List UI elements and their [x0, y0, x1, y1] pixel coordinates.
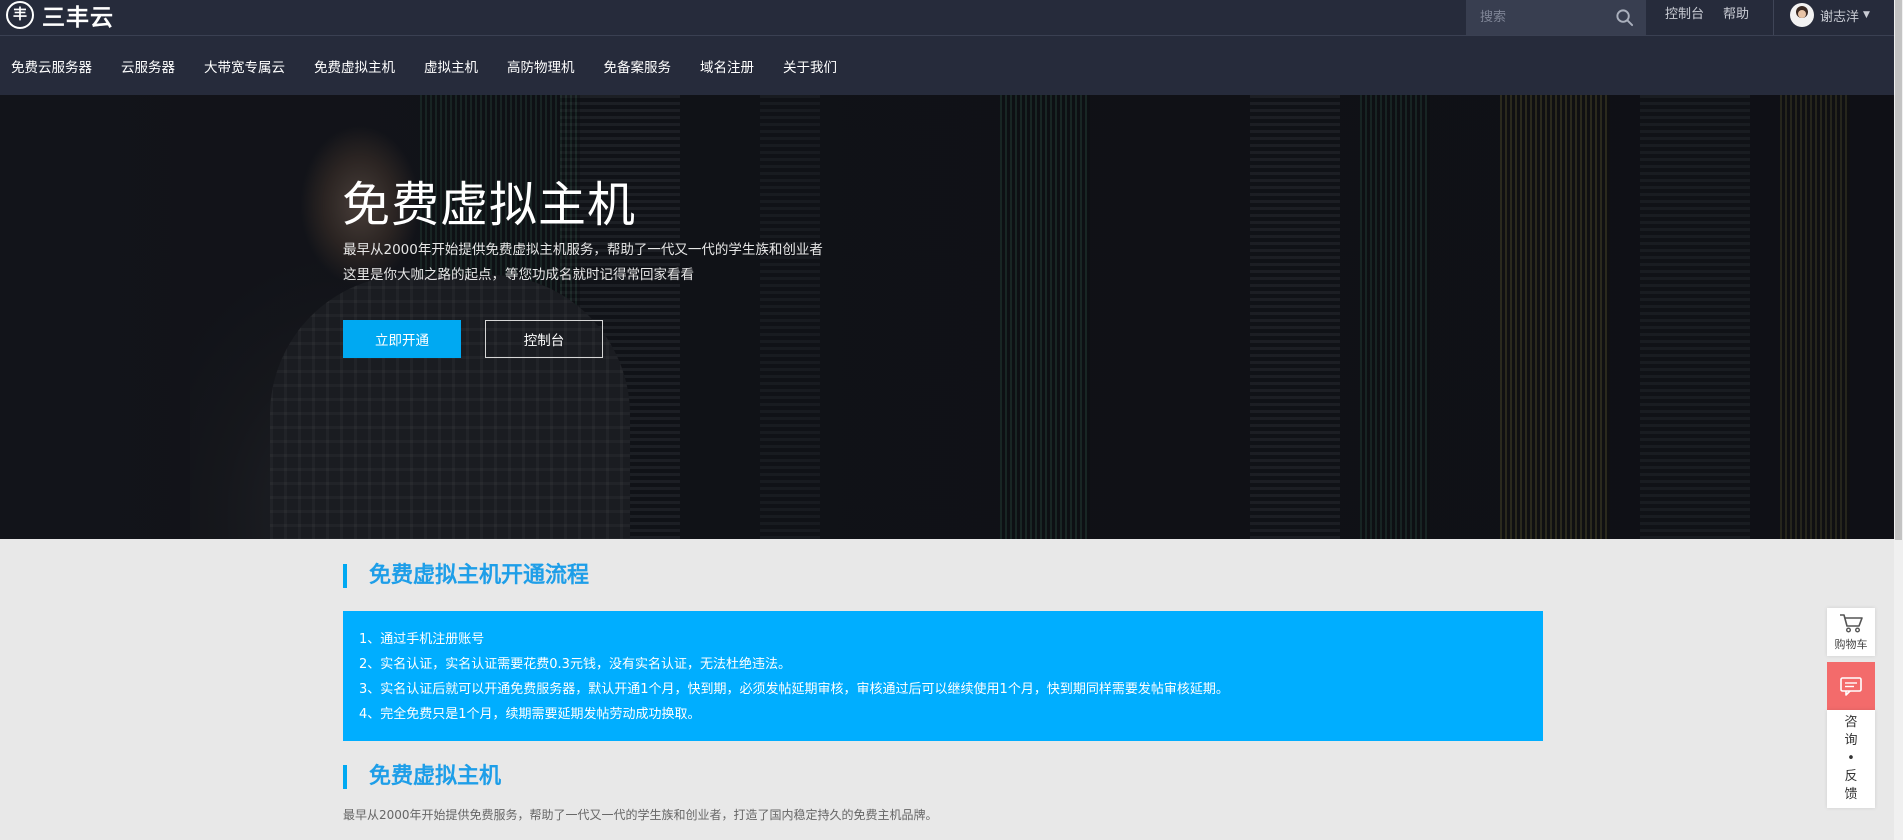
hero-banner: 免费虚拟主机 最早从2000年开始提供免费虚拟主机服务，帮助了一代又一代的学生族… — [0, 95, 1894, 539]
nav-item-free-virtual-host[interactable]: 免费虚拟主机 — [314, 56, 395, 76]
feedback-float-label[interactable]: 咨 询 • 反 馈 — [1827, 710, 1875, 808]
search-input[interactable] — [1466, 0, 1606, 35]
intro-section-title: 免费虚拟主机 — [343, 765, 501, 789]
search-box — [1466, 0, 1646, 35]
hero-desc-line1: 最早从2000年开始提供免费虚拟主机服务，帮助了一代又一代的学生族和创业者 — [343, 242, 823, 258]
console-link[interactable]: 控制台 — [1665, 0, 1704, 30]
user-name: 谢志洋 — [1820, 9, 1860, 25]
nav-item-bandwidth-cloud[interactable]: 大带宽专属云 — [204, 56, 285, 76]
scrollbar-thumb[interactable] — [1895, 0, 1902, 540]
nav-item-ddos-physical[interactable]: 高防物理机 — [507, 56, 575, 76]
process-step: 4、完全免费只是1个月，续期需要延期发帖劳动成功换取。 — [359, 707, 701, 722]
nav-item-domain[interactable]: 域名注册 — [700, 56, 754, 76]
main-nav: 免费云服务器 云服务器 大带宽专属云 免费虚拟主机 虚拟主机 高防物理机 免备案… — [0, 36, 1894, 95]
chevron-down-icon: ▼ — [1863, 10, 1870, 20]
avatar — [1790, 3, 1814, 27]
nav-item-about[interactable]: 关于我们 — [783, 56, 837, 76]
process-step: 1、通过手机注册账号 — [359, 632, 485, 647]
process-steps-box: 1、通过手机注册账号 2、实名认证，实名认证需要花费0.3元钱，没有实名认证，无… — [343, 611, 1543, 741]
top-bar: 丰 三丰云 控制台 帮助 谢志洋 ▼ — [0, 0, 1894, 36]
feedback-float-button[interactable] — [1827, 662, 1875, 710]
user-menu[interactable]: 谢志洋 ▼ — [1790, 2, 1870, 28]
nav-item-virtual-host[interactable]: 虚拟主机 — [424, 56, 478, 76]
process-step: 2、实名认证，实名认证需要花费0.3元钱，没有实名认证，无法杜绝违法。 — [359, 657, 791, 672]
search-icon[interactable] — [1615, 8, 1634, 27]
cart-float-button[interactable]: 购物车 — [1827, 608, 1875, 656]
process-step: 3、实名认证后就可以开通免费服务器，默认开通1个月，快到期，必须发帖延期审核，审… — [359, 682, 1229, 697]
help-link[interactable]: 帮助 — [1723, 0, 1749, 30]
cart-icon — [1840, 614, 1863, 633]
nav-item-free-cloud-server[interactable]: 免费云服务器 — [11, 56, 92, 76]
header-divider — [1773, 0, 1774, 35]
logo-text: 三丰云 — [42, 5, 114, 31]
console-button[interactable]: 控制台 — [485, 320, 603, 358]
page-scrollbar[interactable] — [1894, 0, 1903, 840]
feedback-char: 咨 — [1844, 715, 1858, 730]
feedback-char: 馈 — [1844, 787, 1858, 802]
feedback-char: 询 — [1844, 733, 1858, 748]
open-now-button[interactable]: 立即开通 — [343, 320, 461, 358]
intro-text: 最早从2000年开始提供免费服务，帮助了一代又一代的学生族和创业者，打造了国内稳… — [343, 808, 938, 822]
message-icon — [1840, 677, 1862, 696]
hero-title: 免费虚拟主机 — [342, 177, 637, 233]
hero-overlay — [0, 95, 1894, 539]
feedback-char: • — [1847, 751, 1855, 766]
logo-mark-icon: 丰 — [6, 1, 34, 29]
nav-item-no-icp[interactable]: 免备案服务 — [604, 56, 672, 76]
logo[interactable]: 丰 三丰云 — [6, 0, 114, 31]
cart-label: 购物车 — [1834, 638, 1868, 651]
process-section-title: 免费虚拟主机开通流程 — [343, 564, 589, 588]
hero-desc-line2: 这里是你大咖之路的起点，等您功成名就时记得常回家看看 — [343, 267, 694, 283]
feedback-char: 反 — [1844, 769, 1858, 784]
nav-item-cloud-server[interactable]: 云服务器 — [121, 56, 175, 76]
